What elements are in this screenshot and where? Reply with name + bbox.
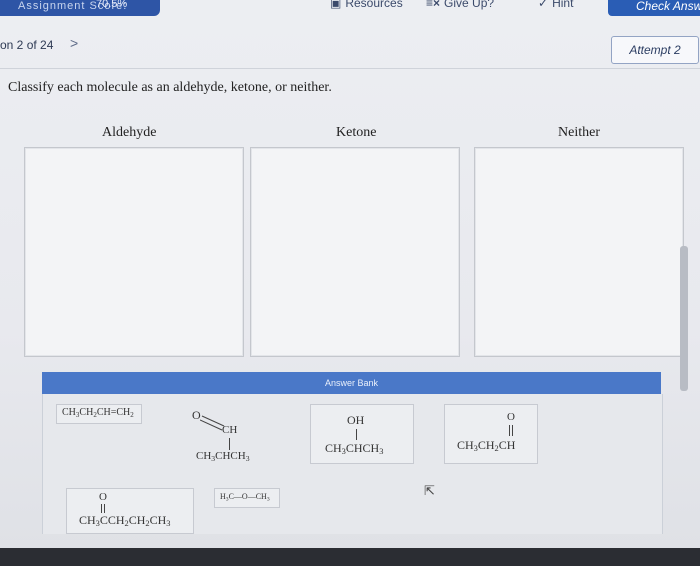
molecule-card-5[interactable]: O CH3CCH2CH2CH3 bbox=[66, 488, 194, 534]
double-bond-icon bbox=[101, 504, 105, 513]
category-title-ketone: Ketone bbox=[336, 125, 377, 140]
double-bond-icon bbox=[509, 425, 513, 436]
molecule-card-1[interactable]: CH3CH2CH=CH2 bbox=[56, 404, 142, 424]
molecule-formula: H3C—O—CH3 bbox=[220, 492, 270, 503]
top-toolbar: Assignment Score: 70.5% ▣ Resources ≡× Giv… bbox=[0, 0, 700, 18]
molecule-card-6[interactable]: H3C—O—CH3 bbox=[214, 488, 280, 508]
assignment-score: Assignment Score: 70.5% bbox=[0, 0, 160, 16]
answer-bank-title: Answer Bank bbox=[42, 372, 661, 394]
molecule-card-3[interactable]: OH CH3CHCH3 bbox=[310, 404, 414, 464]
drop-zone-neither[interactable] bbox=[474, 147, 684, 357]
screen: Assignment Score: 70.5% ▣ Resources ≡× Giv… bbox=[0, 0, 700, 548]
question-counter: tion 2 of 24 bbox=[0, 38, 54, 52]
molecule-formula: CH3CHCH3 bbox=[196, 450, 250, 463]
oxygen-label: O bbox=[507, 411, 515, 423]
molecule-formula: CH3CH2CH=CH2 bbox=[62, 407, 134, 419]
check-answer-button[interactable]: Check Answer bbox=[608, 0, 700, 16]
question-prompt: Classify each molecule as an aldehyde, k… bbox=[8, 80, 332, 95]
scrollbar[interactable] bbox=[680, 246, 688, 391]
attempt-badge: Attempt 2 bbox=[611, 36, 699, 64]
hydroxyl-label: OH bbox=[347, 413, 365, 427]
question-nav: tion 2 of 24 > Attempt 2 bbox=[0, 28, 700, 68]
molecule-card-4[interactable]: O CH3CH2CH bbox=[444, 404, 538, 464]
molecule-formula: CH3CCH2CH2CH3 bbox=[79, 513, 171, 529]
category-title-neither: Neither bbox=[558, 125, 600, 140]
single-bond-icon bbox=[229, 438, 230, 450]
molecule-formula: CH3CH2CH bbox=[457, 438, 516, 454]
drop-zone-ketone[interactable] bbox=[250, 147, 460, 357]
aldehyde-group-label: CH bbox=[222, 424, 238, 436]
resources-icon: ▣ bbox=[330, 0, 342, 10]
oxygen-label: O bbox=[99, 491, 107, 503]
next-question-icon[interactable]: > bbox=[70, 35, 78, 51]
hint-button[interactable]: ✓ Hint bbox=[538, 0, 573, 10]
molecule-formula: CH3CHCH3 bbox=[325, 441, 384, 457]
mouse-pointer-icon: ⇱ bbox=[424, 483, 435, 498]
drop-zone-aldehyde[interactable] bbox=[24, 147, 244, 357]
category-title-aldehyde: Aldehyde bbox=[102, 125, 157, 140]
give-up-icon: ≡× bbox=[426, 0, 441, 10]
score-value: 70.5% bbox=[96, 0, 128, 10]
hint-icon: ✓ bbox=[538, 0, 549, 10]
give-up-button[interactable]: ≡× Give Up? bbox=[426, 0, 494, 10]
single-bond-icon bbox=[356, 429, 357, 440]
divider bbox=[0, 68, 700, 69]
resources-button[interactable]: ▣ Resources bbox=[330, 0, 403, 10]
monitor-bezel bbox=[0, 548, 700, 566]
